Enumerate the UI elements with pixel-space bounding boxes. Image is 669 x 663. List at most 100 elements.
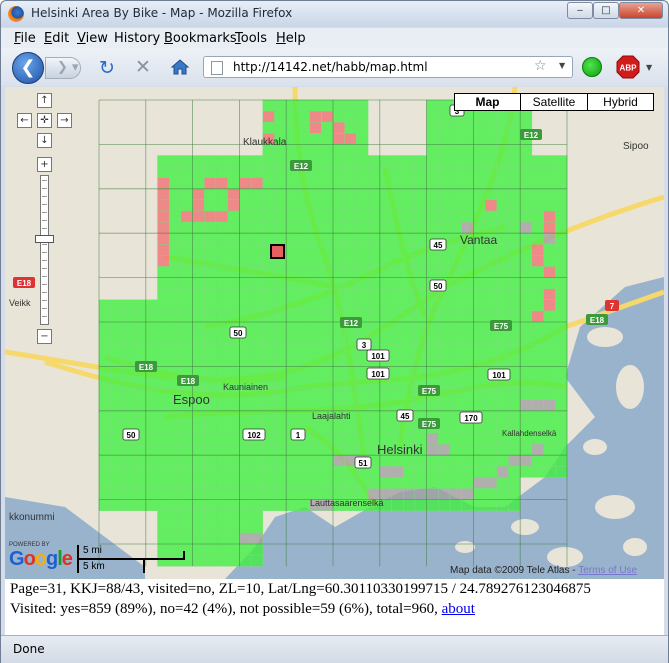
grid-square[interactable]: [391, 377, 404, 389]
grid-square[interactable]: [297, 255, 310, 267]
grid-square[interactable]: [321, 321, 334, 334]
grid-square[interactable]: [262, 310, 275, 323]
grid-square[interactable]: [321, 310, 334, 323]
grid-square[interactable]: [344, 177, 357, 189]
grid-square[interactable]: [321, 432, 334, 445]
grid-square[interactable]: [356, 99, 369, 112]
grid-square[interactable]: [286, 244, 299, 256]
grid-square[interactable]: [180, 221, 193, 234]
grid-square[interactable]: [110, 399, 123, 412]
grid-square[interactable]: [449, 255, 462, 267]
grid-square[interactable]: [157, 410, 170, 423]
grid-square[interactable]: [426, 432, 439, 445]
grid-square[interactable]: [98, 366, 111, 378]
grid-square[interactable]: [332, 133, 345, 145]
grid-square[interactable]: [204, 477, 217, 489]
grid-square[interactable]: [239, 443, 252, 456]
grid-square[interactable]: [344, 266, 357, 278]
grid-square[interactable]: [449, 321, 462, 334]
grid-square[interactable]: [461, 332, 474, 345]
grid-square[interactable]: [379, 477, 392, 489]
grid-square[interactable]: [321, 210, 334, 223]
grid-square[interactable]: [215, 532, 228, 545]
grid-square[interactable]: [286, 144, 299, 156]
grid-square[interactable]: [227, 466, 240, 478]
grid-square[interactable]: [180, 421, 193, 434]
grid-square[interactable]: [473, 432, 486, 445]
grid-square[interactable]: [531, 188, 544, 201]
grid-square[interactable]: [403, 221, 416, 234]
grid-square[interactable]: [274, 399, 287, 412]
grid-square[interactable]: [367, 255, 381, 267]
grid-square[interactable]: [180, 299, 193, 312]
grid-square[interactable]: [286, 377, 299, 389]
grid-square[interactable]: [508, 177, 521, 189]
grid-square[interactable]: [449, 277, 462, 289]
grid-square[interactable]: [192, 543, 205, 556]
grid-square[interactable]: [391, 232, 404, 245]
grid-square[interactable]: [461, 188, 474, 201]
grid-square[interactable]: [344, 199, 357, 212]
grid-square[interactable]: [367, 310, 381, 323]
grid-square[interactable]: [262, 288, 275, 300]
grid-square[interactable]: [332, 155, 345, 167]
grid-square[interactable]: [403, 277, 416, 289]
grid-square[interactable]: [215, 310, 228, 323]
grid-square[interactable]: [262, 355, 275, 367]
grid-square[interactable]: [496, 488, 509, 500]
grid-square[interactable]: [204, 377, 217, 389]
grid-square[interactable]: [414, 155, 427, 167]
grid-square[interactable]: [309, 210, 322, 223]
grid-square[interactable]: [180, 432, 193, 445]
grid-square[interactable]: [239, 554, 252, 567]
grid-square[interactable]: [438, 188, 451, 201]
grid-square[interactable]: [531, 332, 544, 345]
grid-square[interactable]: [426, 266, 439, 278]
grid-square[interactable]: [356, 144, 369, 156]
grid-square[interactable]: [356, 133, 369, 145]
grid-square[interactable]: [227, 510, 240, 523]
grid-square[interactable]: [508, 210, 521, 223]
grid-square[interactable]: [192, 155, 205, 167]
grid-square[interactable]: [426, 443, 439, 456]
grid-square[interactable]: [133, 377, 147, 389]
grid-square[interactable]: [508, 443, 521, 456]
grid-square[interactable]: [473, 488, 486, 500]
grid-square[interactable]: [204, 166, 217, 178]
grid-square[interactable]: [484, 199, 498, 212]
grid-square[interactable]: [391, 466, 404, 478]
grid-square[interactable]: [215, 321, 228, 334]
grid-square[interactable]: [262, 443, 275, 456]
grid-square[interactable]: [473, 255, 486, 267]
grid-square[interactable]: [496, 221, 509, 234]
grid-square[interactable]: [204, 410, 217, 423]
grid-square[interactable]: [449, 466, 462, 478]
grid-square[interactable]: [414, 499, 427, 511]
grid-square[interactable]: [403, 155, 416, 167]
grid-square[interactable]: [473, 155, 486, 167]
grid-square[interactable]: [192, 510, 205, 523]
grid-square[interactable]: [204, 344, 217, 356]
grid-square[interactable]: [508, 355, 521, 367]
grid-square[interactable]: [321, 288, 334, 300]
grid-square[interactable]: [192, 455, 205, 467]
grid-square[interactable]: [531, 255, 544, 267]
grid-square[interactable]: [274, 288, 287, 300]
grid-square[interactable]: [180, 310, 193, 323]
grid-square[interactable]: [309, 432, 322, 445]
grid-square[interactable]: [379, 310, 392, 323]
grid-square[interactable]: [414, 321, 427, 334]
grid-square[interactable]: [414, 477, 427, 489]
grid-square[interactable]: [227, 543, 240, 556]
grid-square[interactable]: [262, 410, 275, 423]
grid-square[interactable]: [157, 155, 170, 167]
grid-square[interactable]: [344, 110, 357, 123]
address-bar[interactable]: http://14142.net/habb/map.html ☆ ▼: [203, 56, 573, 78]
grid-square[interactable]: [309, 199, 322, 212]
grid-square[interactable]: [531, 366, 544, 378]
grid-square[interactable]: [496, 122, 509, 134]
grid-square[interactable]: [332, 110, 345, 123]
grid-square[interactable]: [215, 366, 228, 378]
grid-square[interactable]: [438, 310, 451, 323]
grid-square[interactable]: [344, 344, 357, 356]
